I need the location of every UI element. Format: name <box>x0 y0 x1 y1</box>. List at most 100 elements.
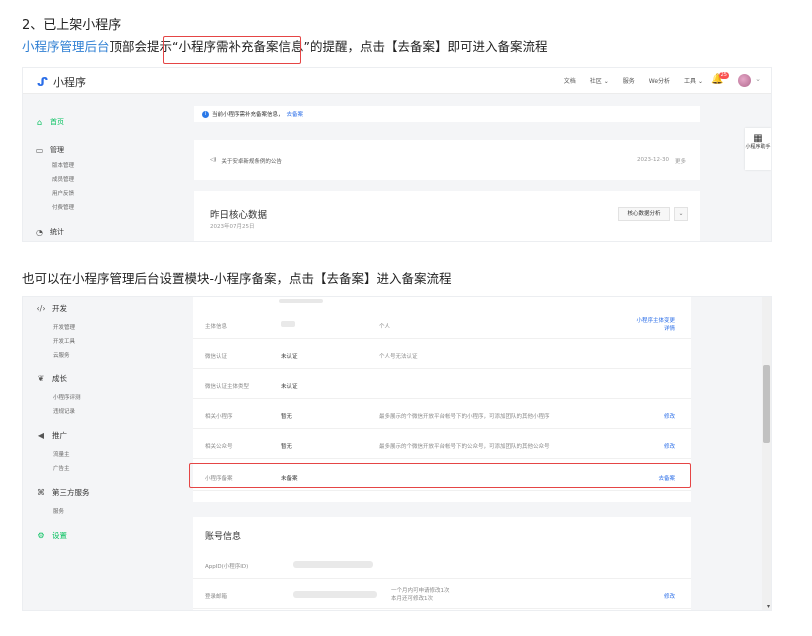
row-status: 未认证 <box>281 354 298 360</box>
sidebar-item-growth[interactable]: ❦ 成长 <box>36 373 67 384</box>
core-data-card: 昨日核心数据 2023年07月25日 核心数据分析 ⌄ <box>194 191 700 241</box>
apps-icon: ⌘ <box>37 488 45 497</box>
row-label: AppID(小程序ID) <box>205 564 249 570</box>
nav-tools[interactable]: 工具 ⌄ <box>684 76 703 85</box>
row-label: 相关公众号 <box>205 444 233 450</box>
more-link[interactable]: 更多 <box>675 157 686 165</box>
chevron-down-icon[interactable]: ⌄ <box>755 75 761 83</box>
megaphone-icon: ◀ <box>37 431 45 440</box>
sidebar-item-manage[interactable]: ▭ 管理 <box>35 145 64 155</box>
table-row: 相关公众号 暂无 最多展示的个微信开放平台帐号下的公众号，可添加团队的其他公众号… <box>193 431 691 459</box>
row-status: 暂无 <box>281 444 293 450</box>
chevron-down-icon[interactable]: ⌄ <box>674 207 688 221</box>
sidebar-item-label: 设置 <box>52 531 67 540</box>
screenshot-settings: ‹/› 开发 开发管理 开发工具 云服务 ❦ 成长 小程序评测 违规记录 ◀ 推… <box>22 296 772 611</box>
top-bar: ᔑ 小程序 文档 社区 ⌄ 服务 We分析 工具 ⌄ 🔔 25 ⌄ <box>23 68 771 94</box>
sidebar-item-service[interactable]: 服务 <box>53 507 64 515</box>
section-heading: 2、已上架小程序 <box>22 18 122 33</box>
row-status: 未认证 <box>281 384 298 390</box>
sidebar-item-label: 成长 <box>52 374 67 383</box>
sidebar-item-paid[interactable]: 付费管理 <box>52 203 74 211</box>
core-data-title: 昨日核心数据 <box>210 210 268 221</box>
sidebar-item-review[interactable]: 小程序评测 <box>53 393 81 401</box>
sidebar: ⌂ 首页 ▭ 管理 版本管理 成员管理 用户反馈 付费管理 ◔ 统计 <box>23 95 173 241</box>
nav-we-analysis[interactable]: We分析 <box>649 76 670 85</box>
sidebar-item-label: 首页 <box>50 118 64 126</box>
miniprogram-logo-icon: ᔑ <box>37 74 49 89</box>
table-row: AppID(小程序ID) <box>193 551 691 579</box>
sidebar-item-develop[interactable]: ‹/› 开发 <box>36 303 67 314</box>
sidebar-item-version[interactable]: 版本管理 <box>52 161 74 169</box>
chart-pie-icon: ◔ <box>36 227 43 237</box>
admin-console-link[interactable]: 小程序管理后台 <box>22 39 110 54</box>
logo-text: 小程序 <box>53 76 86 89</box>
row-status: 暂无 <box>281 414 293 420</box>
sidebar-item-label: 统计 <box>50 228 64 236</box>
core-data-date: 2023年07月25日 <box>210 224 255 230</box>
speaker-icon: ◁) <box>210 157 217 163</box>
logo[interactable]: ᔑ 小程序 <box>37 74 86 90</box>
row-label: 微信认证主体类型 <box>205 384 250 390</box>
sidebar-item-stats[interactable]: ◔ 统计 <box>35 227 64 237</box>
redacted-value <box>293 561 373 568</box>
sidebar-item-promote[interactable]: ◀ 推广 <box>36 430 67 441</box>
table-row: 微信认证主体类型 未认证 <box>193 371 691 399</box>
growth-icon: ❦ <box>37 374 45 383</box>
announcement-text[interactable]: 关于安卓新规条例的公告 <box>221 157 282 165</box>
sidebar-item-cloud[interactable]: 云服务 <box>53 351 70 359</box>
modify-link[interactable]: 修改 <box>664 442 675 450</box>
sidebar-item-members[interactable]: 成员管理 <box>52 175 74 183</box>
filing-notice-bar: i 当前小程序需补充备案信息， 去备案 <box>194 106 700 122</box>
avatar[interactable] <box>738 74 751 87</box>
screenshot-admin-home: ᔑ 小程序 文档 社区 ⌄ 服务 We分析 工具 ⌄ 🔔 25 ⌄ ⌂ 首页 ▭… <box>22 67 772 242</box>
row-desc: 最多展示的个微信开放平台帐号下的小程序，可添加团队的其他小程序 <box>379 414 550 420</box>
redacted-value <box>279 299 323 303</box>
sidebar-item-label: 第三方服务 <box>52 488 90 497</box>
highlight-box <box>163 36 301 64</box>
info-icon: i <box>202 110 209 118</box>
scrollbar[interactable]: ▾ <box>762 297 771 610</box>
sidebar-item-label: 管理 <box>50 146 64 154</box>
row-desc: 最多展示的个微信开放平台帐号下的公众号，可添加团队的其他公众号 <box>379 444 550 450</box>
row-desc: 一个月内可申请修改1次 本月还可修改1次 <box>391 588 450 602</box>
row-label: 登录邮箱 <box>205 594 228 600</box>
row-action[interactable]: 小程序主体变更 详情 <box>636 317 675 333</box>
redacted-value <box>293 591 377 598</box>
sidebar-item-home[interactable]: ⌂ 首页 <box>35 117 64 127</box>
table-row: 登录邮箱 一个月内可申请修改1次 本月还可修改1次 修改 <box>193 581 691 609</box>
table-row: 微信认证 未认证 个人号无法认证 <box>193 341 691 369</box>
sidebar-item-label: 开发 <box>52 304 67 313</box>
settings-instruction: 也可以在小程序管理后台设置模块-小程序备案，点击【去备案】进入备案流程 <box>22 271 452 286</box>
row-label: 相关小程序 <box>205 414 233 420</box>
sidebar: ‹/› 开发 开发管理 开发工具 云服务 ❦ 成长 小程序评测 违规记录 ◀ 推… <box>23 297 173 610</box>
sidebar-item-settings[interactable]: ⚙ 设置 <box>36 530 67 541</box>
table-row: 主体信息 个人 小程序主体变更 详情 <box>193 311 691 339</box>
nav-community[interactable]: 社区 ⌄ <box>590 76 609 85</box>
sidebar-item-feedback[interactable]: 用户反馈 <box>52 189 74 197</box>
row-desc: 个人 <box>379 324 391 330</box>
nav-docs[interactable]: 文档 <box>564 76 576 85</box>
scrollbar-thumb[interactable] <box>763 365 770 443</box>
sidebar-item-violations[interactable]: 违规记录 <box>53 407 75 415</box>
account-info-title: 账号信息 <box>205 532 242 542</box>
core-data-analysis-button[interactable]: 核心数据分析 <box>618 207 670 221</box>
scroll-down-icon[interactable]: ▾ <box>767 603 770 610</box>
sidebar-item-dev-manage[interactable]: 开发管理 <box>53 323 75 331</box>
modify-link[interactable]: 修改 <box>664 412 675 420</box>
sidebar-item-third-party[interactable]: ⌘ 第三方服务 <box>36 487 90 498</box>
account-info-panel: 账号信息 AppID(小程序ID) 登录邮箱 一个月内可申请修改1次 本月还可修改… <box>193 517 691 610</box>
assistant-widget[interactable]: ▦ 小程序助手 <box>745 128 771 170</box>
monitor-icon: ▭ <box>35 145 44 155</box>
go-filing-link[interactable]: 去备案 <box>287 110 304 118</box>
notification-badge: 25 <box>718 72 729 79</box>
modify-link[interactable]: 修改 <box>664 592 675 600</box>
gear-icon: ⚙ <box>37 531 45 540</box>
sidebar-item-publisher[interactable]: 流量主 <box>53 450 70 458</box>
assistant-label: 小程序助手 <box>745 144 771 150</box>
notice-text: 当前小程序需补充备案信息， <box>212 112 284 118</box>
nav-services[interactable]: 服务 <box>623 76 635 85</box>
sidebar-item-dev-tools[interactable]: 开发工具 <box>53 337 75 345</box>
qrcode-icon: ▦ <box>753 133 763 144</box>
sidebar-item-advertiser[interactable]: 广告主 <box>53 464 70 472</box>
row-label: 微信认证 <box>205 354 228 360</box>
